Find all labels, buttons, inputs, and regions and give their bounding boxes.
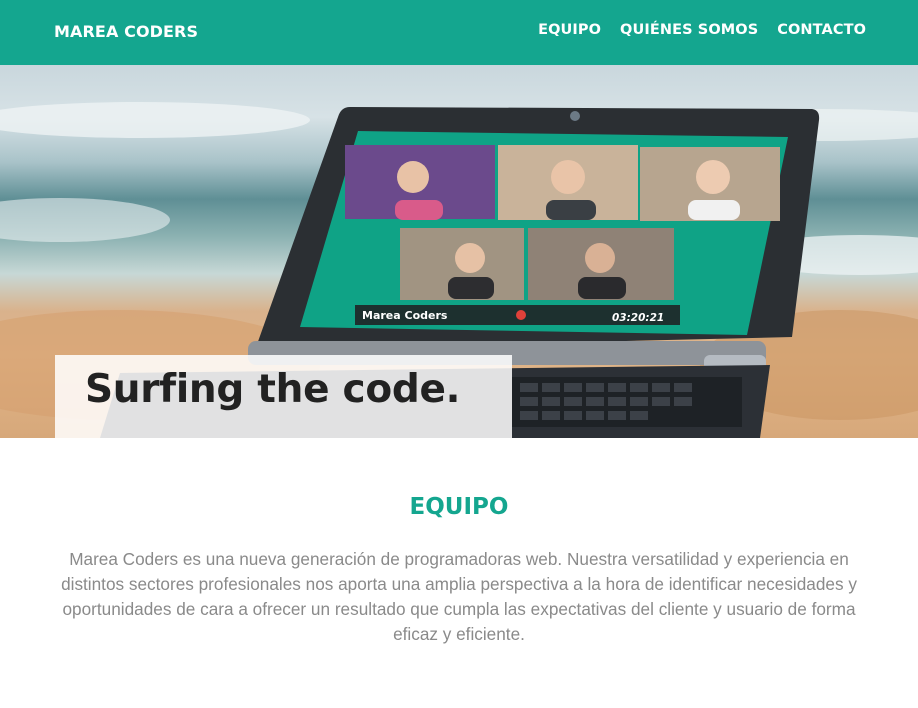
brand-logo-link[interactable]: MAREA CODERS (54, 22, 198, 41)
nav-links: EQUIPO QUIÉNES SOMOS CONTACTO (538, 22, 866, 38)
nav-link-contacto[interactable]: CONTACTO (777, 22, 866, 38)
section-title-equipo: EQUIPO (409, 494, 509, 520)
hang-up-icon (516, 310, 526, 320)
hero-tagline-box: Surfing the code. (55, 355, 512, 438)
hero-tagline: Surfing the code. (85, 367, 461, 412)
call-timer: 03:20:21 (612, 312, 664, 324)
section-description: Marea Coders es una nueva generación de … (61, 549, 857, 644)
nav-link-equipo[interactable]: EQUIPO (538, 22, 601, 38)
nav-link-quienes-somos[interactable]: QUIÉNES SOMOS (620, 22, 758, 38)
top-navbar: MAREA CODERS EQUIPO QUIÉNES SOMOS CONTAC… (0, 0, 918, 65)
call-label: Marea Coders (362, 309, 448, 322)
